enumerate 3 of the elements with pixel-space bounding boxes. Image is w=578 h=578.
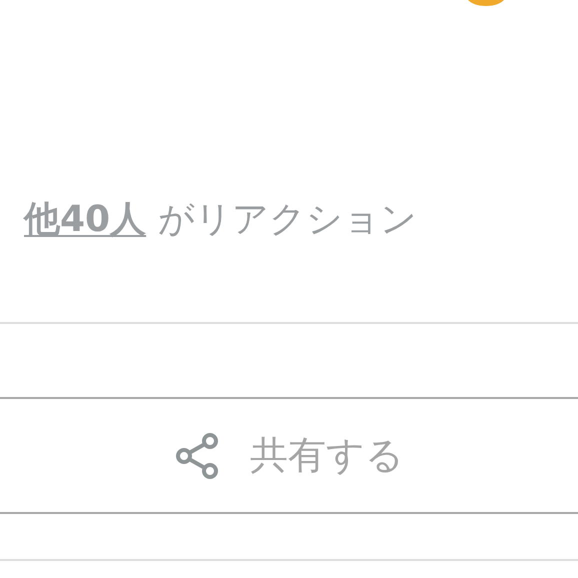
reactors-link[interactable]: 他40人 xyxy=(24,193,146,247)
share-button[interactable]: 共有する xyxy=(0,397,578,514)
reaction-text: がリアクション xyxy=(158,198,418,242)
